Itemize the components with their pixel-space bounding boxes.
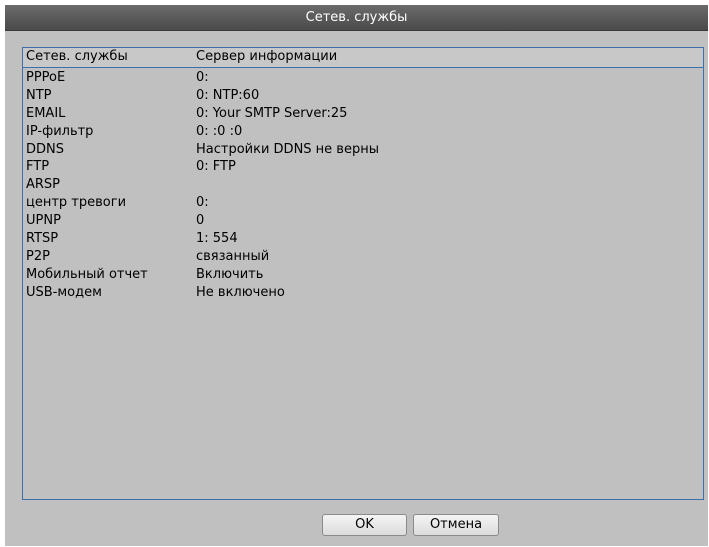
service-name: NTP	[26, 87, 52, 103]
table-row[interactable]: FTP 0: FTP	[23, 158, 703, 176]
service-info: Настройки DDNS не верны	[196, 141, 379, 157]
service-info: 0: :0 :0	[196, 123, 243, 139]
table-row[interactable]: P2P связанный	[23, 248, 703, 266]
service-name: центр тревоги	[26, 195, 127, 211]
service-name: ARSP	[26, 177, 61, 193]
service-info: 1: 554	[196, 231, 238, 247]
service-info: связанный	[196, 248, 270, 264]
service-info: Не включено	[196, 284, 285, 300]
table-row[interactable]: RTSP 1: 554	[23, 230, 703, 248]
table-header: Сетев. службы Сервер информации	[23, 48, 703, 68]
service-info: 0: FTP	[196, 159, 236, 175]
window-title: Сетев. службы	[5, 5, 708, 31]
service-info: 0	[196, 213, 205, 229]
table-row[interactable]: UPNP 0	[23, 212, 703, 230]
table-row[interactable]: центр тревоги 0:	[23, 194, 703, 212]
table-row[interactable]: PPPoE 0:	[23, 69, 703, 87]
column-header-info: Сервер информации	[196, 49, 338, 64]
service-name: P2P	[26, 248, 50, 264]
ok-button[interactable]: OK	[322, 514, 407, 536]
services-table: Сетев. службы Сервер информации PPPoE 0:…	[22, 47, 704, 500]
service-name: UPNP	[26, 213, 61, 229]
service-info: 0: Your SMTP Server:25	[196, 105, 348, 121]
table-row[interactable]: USB-модем Не включено	[23, 284, 703, 302]
service-info: Включить	[196, 266, 264, 282]
service-name: EMAIL	[26, 105, 66, 121]
table-row[interactable]: Мобильный отчет Включить	[23, 266, 703, 284]
service-name: DDNS	[26, 141, 64, 157]
service-name: PPPoE	[26, 70, 66, 85]
service-info: 0:	[196, 70, 209, 85]
service-name: USB-модем	[26, 284, 102, 300]
column-header-service: Сетев. службы	[26, 49, 128, 64]
service-name: Мобильный отчет	[26, 266, 148, 282]
table-row[interactable]: ARSP	[23, 176, 703, 194]
table-row[interactable]: IP-фильтр 0: :0 :0	[23, 123, 703, 141]
table-row[interactable]: DDNS Настройки DDNS не верны	[23, 141, 703, 159]
service-info: 0:	[196, 195, 209, 211]
service-info: 0: NTP:60	[196, 87, 260, 103]
service-name: RTSP	[26, 231, 59, 247]
service-name: IP-фильтр	[26, 123, 94, 139]
cancel-button[interactable]: Отмена	[413, 514, 499, 536]
table-rows: PPPoE 0: NTP 0: NTP:60 EMAIL 0: Your SMT…	[23, 69, 703, 302]
table-row[interactable]: EMAIL 0: Your SMTP Server:25	[23, 105, 703, 123]
dialog-buttons: OK Отмена	[5, 514, 708, 539]
table-row[interactable]: NTP 0: NTP:60	[23, 87, 703, 105]
service-name: FTP	[26, 159, 50, 175]
network-services-window: Сетев. службы Сетев. службы Сервер инфор…	[5, 5, 708, 546]
